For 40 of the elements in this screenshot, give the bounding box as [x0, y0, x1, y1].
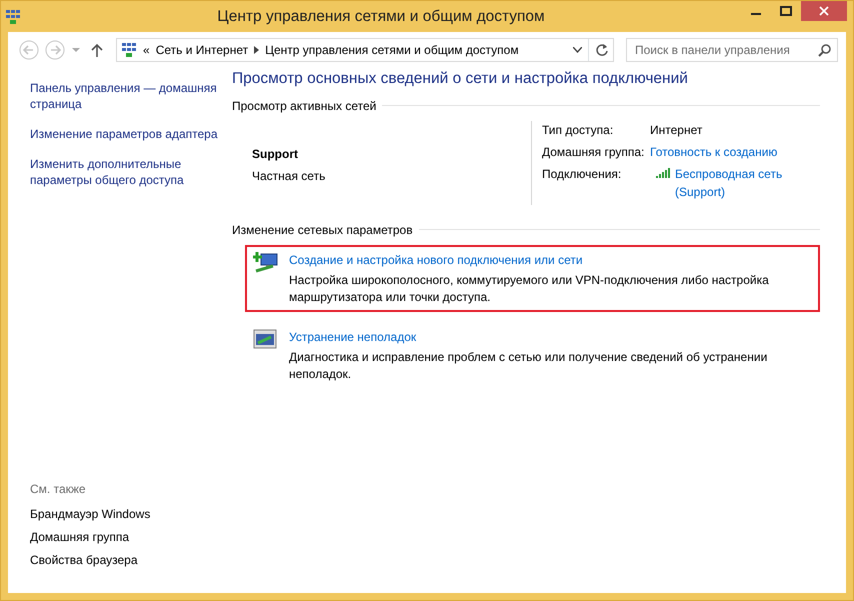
- refresh-icon[interactable]: [595, 43, 609, 57]
- task-link[interactable]: Создание и настройка нового подключения или сети: [289, 250, 583, 269]
- detail-value: Интернет: [650, 122, 702, 139]
- network-type: Частная сеть: [252, 168, 326, 185]
- sidebar-link[interactable]: Домашняя группа: [30, 529, 222, 545]
- detail-link[interactable]: Готовность к созданию: [650, 142, 778, 161]
- detail-label: Домашняя группа:: [542, 144, 646, 161]
- sidebar-link[interactable]: Изменение параметров адаптера: [30, 126, 222, 142]
- window-title: Центр управления сетями и общим доступом: [216, 6, 546, 27]
- detail-label: Тип доступа:: [542, 122, 614, 139]
- search-field[interactable]: Поиск в панели управления: [626, 38, 838, 62]
- chevron-icon[interactable]: [254, 46, 260, 54]
- section-heading: Изменение сетевых параметров: [232, 222, 413, 239]
- breadcrumb-item[interactable]: Центр управления сетями и общим доступом: [265, 41, 519, 59]
- page-heading: Просмотр основных сведений о сети и настройка подключений: [232, 70, 689, 89]
- close-button[interactable]: [801, 1, 847, 21]
- signal-icon: [656, 168, 672, 178]
- sidebar-link[interactable]: Изменить дополнительные параметры общего доступа: [30, 156, 222, 188]
- section-heading: Просмотр активных сетей: [232, 98, 376, 115]
- detail-label: Подключения:: [542, 166, 622, 183]
- task-description: Диагностика и исправление проблем с сетью или получение сведений об устранении неполадок.: [289, 348, 768, 383]
- see-also-heading: См. также: [30, 481, 87, 498]
- address-bar[interactable]: « Сеть и Интернет Центр управления сетями и общим доступом: [116, 38, 614, 62]
- close-icon[interactable]: [819, 6, 829, 16]
- maximize-icon[interactable]: [780, 6, 792, 16]
- new-connection-icon: [253, 250, 279, 275]
- up-arrow-icon[interactable]: [91, 43, 103, 57]
- dropdown-icon[interactable]: [573, 47, 582, 53]
- sidebar-link[interactable]: Свойства браузера: [30, 552, 222, 568]
- search-icon[interactable]: [818, 44, 831, 56]
- breadcrumb-item[interactable]: Сеть и Интернет: [156, 41, 248, 59]
- task-description: Настройка широкополосного, коммутируемого или VPN-подключения либо настройка маршрутизатора или точки доступа.: [289, 272, 770, 306]
- task-link[interactable]: Устранение неполадок: [289, 328, 416, 346]
- sidebar-link[interactable]: Брандмауэр Windows: [30, 506, 222, 522]
- connection-link[interactable]: Беспроводная сеть (Support): [675, 164, 815, 201]
- network-icon: [5, 8, 21, 24]
- network-name: Support: [252, 146, 299, 163]
- network-icon: [121, 42, 137, 58]
- sidebar-link[interactable]: Панель управления — домашняя страница: [30, 80, 222, 112]
- breadcrumb-overflow[interactable]: «: [143, 41, 150, 59]
